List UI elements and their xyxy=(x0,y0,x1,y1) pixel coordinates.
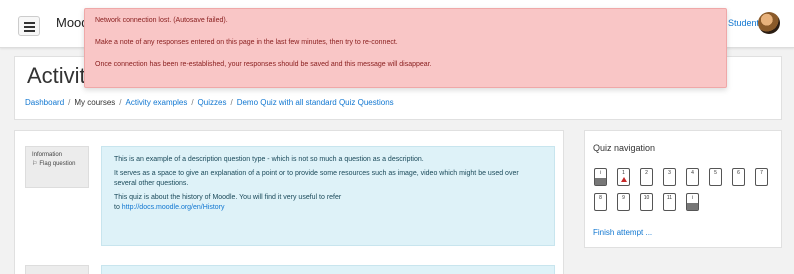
quiz-nav-button-6[interactable]: 5 xyxy=(709,168,722,186)
next-question-text xyxy=(101,265,555,274)
flag-icon: ⚐ xyxy=(32,161,38,167)
breadcrumb-separator: / xyxy=(119,98,122,107)
breadcrumb-separator: / xyxy=(191,98,194,107)
breadcrumb-quizzes[interactable]: Quizzes xyxy=(198,98,227,107)
quiz-nav-button-4[interactable]: 3 xyxy=(663,168,676,186)
breadcrumb-activity-examples[interactable]: Activity examples xyxy=(126,98,188,107)
quiz-nav-button-3[interactable]: 2 xyxy=(640,168,653,186)
question-paragraph-3-to: to xyxy=(114,204,120,211)
quiz-nav-button-11[interactable]: 10 xyxy=(640,193,653,211)
breadcrumb-my-courses: My courses xyxy=(74,98,116,107)
quiz-nav-button-8[interactable]: 7 xyxy=(755,168,768,186)
finish-attempt-link[interactable]: Finish attempt ... xyxy=(593,228,652,237)
quiz-question-region: Information ⚐ Flag question This is an e… xyxy=(14,130,564,274)
moodle-history-link[interactable]: http://docs.moodle.org/en/History xyxy=(122,204,225,211)
quiz-nav-button-number: 9 xyxy=(622,195,625,201)
flag-question-label: Flag question xyxy=(39,161,76,167)
user-menu-name[interactable]: Student xyxy=(728,18,759,28)
user-avatar[interactable] xyxy=(758,12,780,34)
quiz-nav-button-2[interactable]: 1 xyxy=(617,168,630,186)
quiz-nav-button-number: i xyxy=(599,170,602,176)
quiz-nav-button-1[interactable]: i xyxy=(594,168,607,186)
quiz-nav-button-9[interactable]: 8 xyxy=(594,193,607,211)
quiz-nav-button-number: 1 xyxy=(622,170,625,176)
question-paragraph-3-text: This quiz is about the history of Moodle… xyxy=(114,194,342,201)
breadcrumb-separator: / xyxy=(68,98,71,107)
quiz-nav-button-7[interactable]: 6 xyxy=(732,168,745,186)
hamburger-menu-icon[interactable] xyxy=(18,16,40,36)
breadcrumb-separator: / xyxy=(230,98,233,107)
page-title: Activit xyxy=(27,63,86,88)
quiz-nav-button-number: 10 xyxy=(643,195,650,201)
connection-lost-alert: Network connection lost. (Autosave faile… xyxy=(84,8,727,88)
question-paragraph-1: This is an example of a description ques… xyxy=(114,156,424,163)
quiz-nav-button-number: i xyxy=(691,195,694,201)
alert-line-1: Network connection lost. (Autosave faile… xyxy=(95,17,228,24)
quiz-nav-button-number: 2 xyxy=(645,170,648,176)
quiz-nav-button-number: 4 xyxy=(691,170,694,176)
quiz-nav-button-12[interactable]: 11 xyxy=(663,193,676,211)
quiz-nav-button-number: 7 xyxy=(760,170,763,176)
quiz-nav-button-number: 11 xyxy=(666,195,673,201)
quiz-nav-button-13[interactable]: i xyxy=(686,193,699,211)
quiz-nav-button-number: 8 xyxy=(599,195,602,201)
breadcrumb: Dashboard / My courses / Activity examples / Q… xyxy=(25,98,394,107)
breadcrumb-dashboard[interactable]: Dashboard xyxy=(25,98,64,107)
quiz-navigation-title: Quiz navigation xyxy=(593,143,656,153)
flag-question-toggle[interactable]: ⚐ Flag question xyxy=(32,160,82,169)
answered-fill xyxy=(595,178,606,185)
quiz-nav-button-number: 5 xyxy=(714,170,717,176)
question-info-box: Information ⚐ Flag question xyxy=(25,146,89,188)
answered-fill xyxy=(687,203,698,210)
question-paragraph-3: This quiz is about the history of Moodle… xyxy=(114,193,542,213)
quiz-nav-button-number: 6 xyxy=(737,170,740,176)
quiz-navigation-block: Quiz navigation i 1 2 3 4 5 6 7 8 9 10 11 i Finish a… xyxy=(584,130,782,248)
quiz-nav-button-number: 3 xyxy=(668,170,671,176)
quiz-nav-button-5[interactable]: 4 xyxy=(686,168,699,186)
question-text: This is an example of a description ques… xyxy=(101,146,555,246)
alert-line-2: Make a note of any responses entered on … xyxy=(95,39,398,46)
breadcrumb-demo-quiz[interactable]: Demo Quiz with all standard Quiz Questio… xyxy=(237,98,394,107)
question-info-label: Information xyxy=(32,152,63,158)
flagged-icon xyxy=(621,177,627,182)
question-paragraph-2: It serves as a space to give an explanat… xyxy=(114,170,519,187)
alert-line-3: Once connection has been re-established,… xyxy=(95,61,432,68)
quiz-nav-button-10[interactable]: 9 xyxy=(617,193,630,211)
next-question-info-box xyxy=(25,265,89,274)
